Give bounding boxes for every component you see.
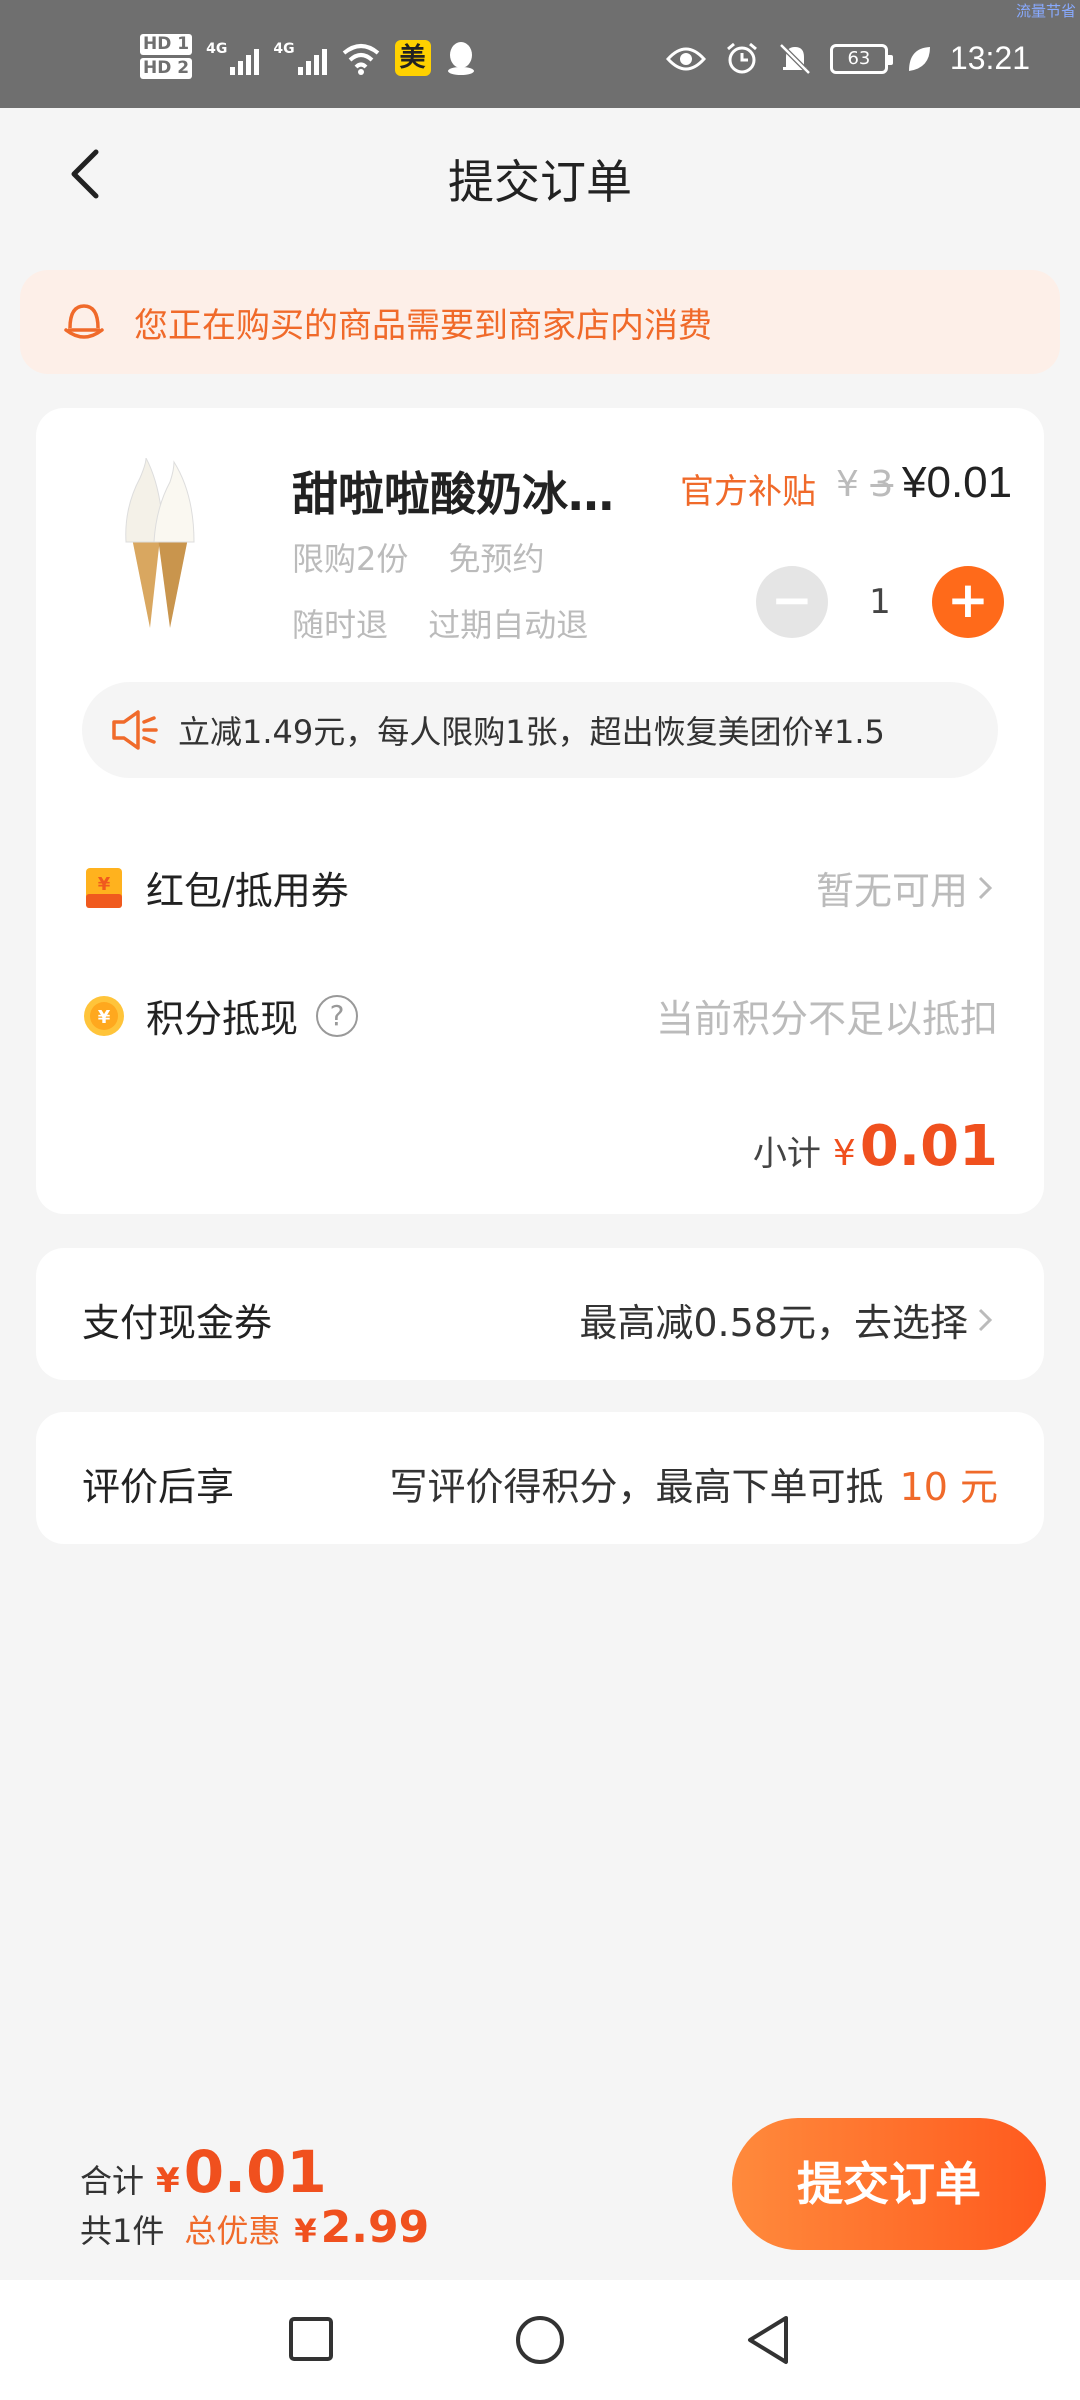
order-item-card: 甜啦啦酸奶冰… 官方补贴 ¥ 3 ¥0.01 限购2份 免预约 随时退 过期自动…	[36, 408, 1044, 1214]
sim-indicator: HD 1 HD 2	[140, 34, 193, 82]
purchase-tags: 限购2份 免预约	[292, 534, 575, 580]
wifi-icon	[342, 44, 379, 75]
eye-icon	[665, 47, 706, 70]
decrease-quantity-button[interactable]: −	[756, 566, 828, 638]
payment-coupon-card[interactable]: 支付现金券 最高减0.58元，去选择	[36, 1248, 1044, 1380]
tag-auto-refund: 过期自动退	[428, 606, 589, 644]
official-subsidy-label: 官方补贴	[680, 472, 816, 512]
tag-no-reservation: 免预约	[448, 540, 545, 578]
status-bar: HD 1 HD 2 4G 4G 美 63 13:21 流量节省	[0, 0, 1080, 108]
network2-label: 4G	[273, 41, 295, 57]
coin-icon: ¥	[84, 995, 124, 1036]
tag-refund-anytime: 随时退	[292, 606, 389, 644]
meituan-app-icon: 美	[394, 40, 431, 76]
total-value: 0.01	[183, 2138, 327, 2206]
review-value: 写评价得积分，最高下单可抵 10 元	[390, 1456, 998, 1511]
unit-price: ¥0.01	[902, 458, 1013, 507]
svg-text:¥: ¥	[98, 1007, 111, 1028]
subtotal-label: 小计	[752, 1134, 821, 1174]
nav-bar: 提交订单	[0, 108, 1080, 240]
quantity-value: 1	[869, 582, 891, 622]
svg-text:¥: ¥	[98, 874, 111, 895]
subtotal-value: 0.01	[859, 1114, 998, 1179]
sim1-label: HD 1	[140, 34, 193, 55]
mute-bell-icon	[779, 42, 811, 75]
original-price-value: 3	[870, 464, 894, 505]
home-icon[interactable]	[514, 2314, 566, 2366]
alarm-icon	[726, 42, 757, 73]
total-discount-label: 总优惠	[184, 2212, 281, 2250]
chevron-right-icon	[978, 1308, 993, 1331]
total-currency: ¥	[156, 2161, 180, 2201]
payment-coupon-value: 最高减0.58元，去选择	[579, 1292, 998, 1347]
item-count: 共1件	[80, 2212, 165, 2250]
promo-banner: 立减1.49元，每人限购1张，超出恢复美团价¥1.5	[82, 682, 998, 778]
product-image[interactable]	[102, 458, 212, 638]
recent-apps-icon[interactable]	[286, 2314, 336, 2364]
payment-coupon-label: 支付现金券	[82, 1301, 273, 1345]
battery-icon: 63	[829, 43, 893, 74]
total: 合计 ¥ 0.01	[80, 2138, 327, 2206]
total-discount-value: 2.99	[320, 2202, 430, 2253]
points-label: 积分抵现	[146, 997, 299, 1041]
notice-text: 您正在购买的商品需要到商家店内消费	[134, 305, 712, 346]
product-name: 甜啦啦酸奶冰…	[292, 467, 614, 521]
checkout-bar: 合计 ¥ 0.01 共1件 总优惠 ¥ 2.99 提交订单	[0, 2090, 1080, 2280]
coupon-label: 红包/抵用券	[146, 869, 349, 913]
points-row: ¥ 积分抵现 ? 当前积分不足以抵扣	[82, 988, 998, 1043]
subtotal: 小计 ¥ 0.01	[753, 1114, 998, 1179]
page-title: 提交订单	[448, 155, 632, 209]
red-envelope-icon: ¥	[86, 867, 122, 908]
total-discount-currency: ¥	[294, 2212, 317, 2250]
payment-coupon-value-text: 最高减0.58元，去选择	[579, 1301, 968, 1345]
refund-tags: 随时退 过期自动退	[292, 600, 618, 646]
review-label: 评价后享	[82, 1465, 235, 1509]
sim2-label: HD 2	[140, 58, 193, 79]
promo-text: 立减1.49元，每人限购1张，超出恢复美团价¥1.5	[178, 713, 885, 751]
qq-icon	[447, 42, 474, 75]
store-icon	[64, 304, 104, 339]
leaf-icon	[908, 46, 930, 71]
coupon-row[interactable]: ¥ 红包/抵用券 暂无可用	[82, 860, 998, 915]
system-nav-bar	[0, 2280, 1080, 2400]
original-price-currency: ¥	[836, 464, 859, 505]
help-icon[interactable]: ?	[316, 994, 359, 1037]
tag-limit: 限购2份	[292, 540, 409, 578]
traffic-saver-label[interactable]: 流量节省	[1016, 0, 1076, 21]
review-reward-card: 评价后享 写评价得积分，最高下单可抵 10 元	[36, 1412, 1044, 1544]
back-nav-icon[interactable]	[744, 2314, 794, 2366]
coupon-value: 暂无可用	[816, 860, 998, 915]
network1-label: 4G	[206, 41, 228, 57]
discount-summary: 共1件 总优惠 ¥ 2.99	[80, 2202, 429, 2253]
coupon-value-text: 暂无可用	[815, 869, 968, 913]
quantity-stepper: − 1 +	[756, 566, 1004, 638]
original-price: ¥ 3	[836, 464, 893, 505]
points-value: 当前积分不足以抵扣	[655, 997, 998, 1041]
store-consumption-notice: 您正在购买的商品需要到商家店内消费	[20, 270, 1060, 374]
review-amount: 10 元	[899, 1465, 998, 1509]
subtotal-currency: ¥	[832, 1133, 856, 1174]
submit-order-button[interactable]: 提交订单	[732, 2118, 1046, 2250]
total-label: 合计	[80, 2162, 145, 2200]
signal-1-icon: 4G	[206, 41, 260, 75]
speaker-icon	[112, 710, 158, 750]
review-value-text: 写评价得积分，最高下单可抵	[389, 1465, 884, 1509]
signal-2-icon: 4G	[273, 41, 327, 75]
chevron-right-icon	[978, 876, 993, 899]
clock: 13:21	[949, 40, 1030, 76]
increase-quantity-button[interactable]: +	[932, 566, 1004, 638]
